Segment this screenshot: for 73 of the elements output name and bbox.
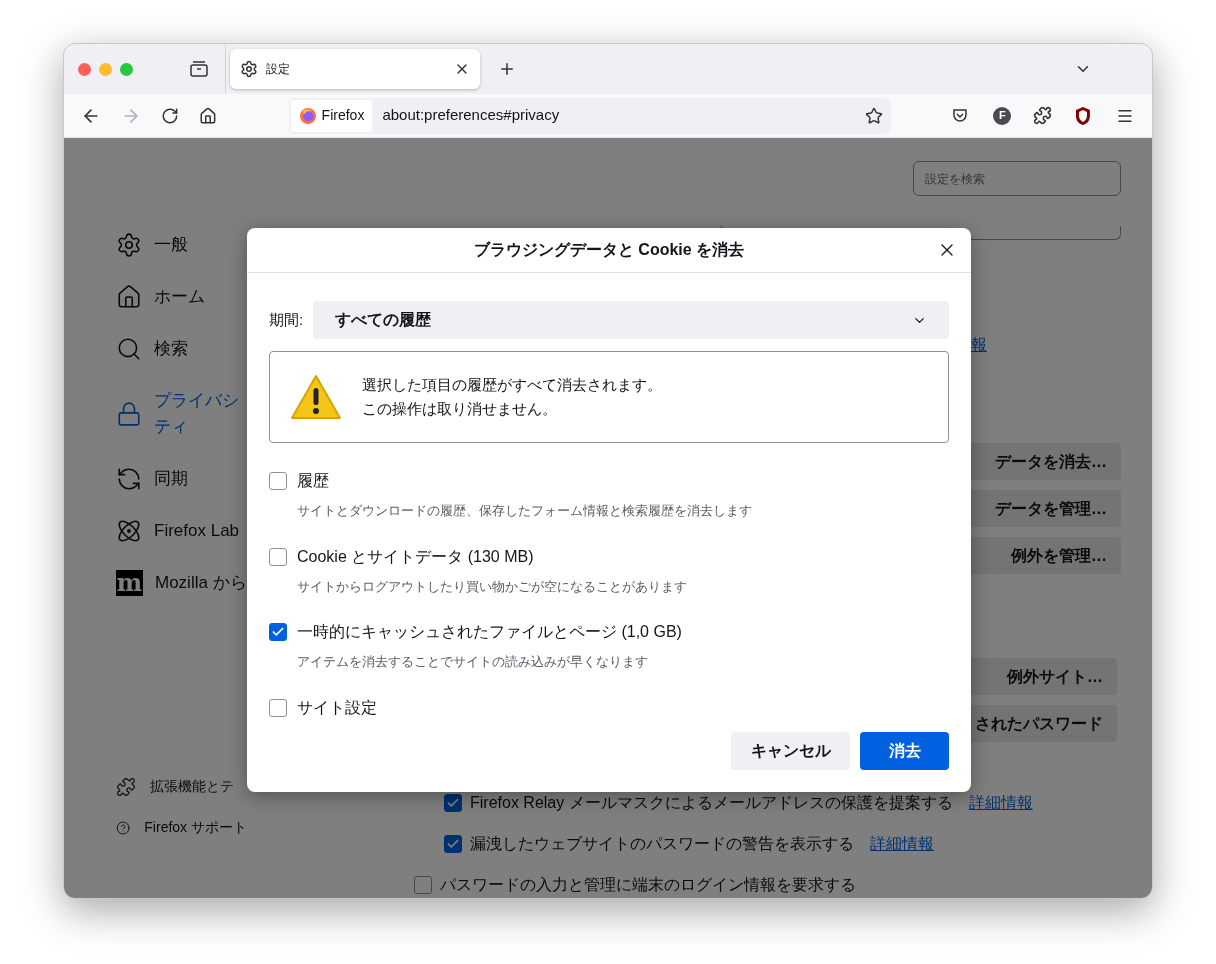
sidebar-item[interactable]: Firefox Lab [116, 518, 247, 544]
checkbox[interactable] [269, 472, 287, 490]
checkbox[interactable] [269, 547, 287, 566]
puzzle-icon [116, 776, 136, 797]
checkbox-label: 一時的にキャッシュされたファイルとページ (1,0 GB) [297, 622, 682, 642]
tab-list-icon[interactable] [189, 60, 209, 78]
address-bar[interactable]: Firefox about:preferences#privacy [288, 97, 892, 134]
new-tab-icon[interactable] [498, 60, 516, 78]
checkbox[interactable] [269, 623, 287, 641]
shield-icon[interactable] [1074, 105, 1093, 126]
sidebar-label: Mozilla から [155, 572, 247, 594]
checkmark-icon [446, 837, 460, 851]
period-dropdown[interactable]: すべての履歴 [313, 301, 949, 339]
learn-more-link[interactable]: 詳細情報 [870, 832, 934, 856]
checkbox-label: Firefox Relay メールマスクによるメールアドレスの保護を提案する [470, 793, 953, 813]
learn-more-link[interactable]: 詳細情報 [968, 791, 1033, 815]
checkbox-label: 漏洩したウェブサイトのパスワードの警告を表示する [470, 834, 854, 854]
search-icon [116, 336, 142, 362]
reload-icon[interactable] [160, 106, 179, 125]
option-description: アイテムを消去することでサイトの読み込みが早くなります [296, 653, 649, 671]
sidebar-item[interactable]: 一般 [116, 232, 247, 258]
checkbox-label: Cookie とサイトデータ (130 MB) [297, 546, 534, 567]
lock-icon [116, 401, 142, 427]
sidebar-label: 一般 [154, 234, 188, 256]
atom-icon [116, 518, 142, 544]
checkbox-label: 履歴 [297, 471, 329, 491]
settings-icon [240, 60, 258, 78]
sidebar-label: 同期 [154, 468, 188, 490]
identity-label: Firefox [321, 106, 365, 125]
account-avatar[interactable]: F [993, 106, 1012, 125]
sidebar-item[interactable]: m Mozilla から [116, 570, 247, 596]
identity-button[interactable]: Firefox [290, 99, 373, 132]
tab-title: 設定 [266, 61, 290, 78]
checkmark-icon [271, 625, 285, 639]
checkmark-icon [446, 796, 460, 810]
warning-text: 選択した項目の履歴がすべて消去されます。 この操作は取り消せません。 [362, 375, 662, 419]
sidebar-item[interactable]: 検索 [116, 336, 247, 362]
checkbox[interactable] [414, 876, 432, 894]
logo-icon: m [116, 570, 143, 596]
extensions-icon[interactable] [1033, 106, 1053, 125]
checkbox-label: サイト設定 [297, 697, 377, 718]
sidebar-item[interactable]: ホーム [116, 284, 247, 310]
period-label: 期間: [269, 309, 304, 330]
close-window-button[interactable] [78, 62, 91, 76]
sidebar-item[interactable]: プライバシ ティ [116, 388, 247, 440]
checkbox[interactable] [444, 794, 462, 812]
option-description: サイトとダウンロードの履歴、保存したフォーム情報と検索履歴を消去します [296, 502, 753, 520]
settings-icon [116, 232, 142, 258]
sync-icon [116, 466, 142, 492]
sidebar-label: ホーム [154, 286, 205, 308]
warning-icon [290, 374, 342, 420]
home-icon[interactable] [198, 106, 217, 125]
browser-tab[interactable]: 設定 [230, 49, 480, 89]
checkbox[interactable] [269, 698, 287, 717]
home-icon [116, 284, 142, 310]
search-field[interactable]: 設定を検索 [913, 161, 1121, 196]
learn-more-link[interactable]: 報 [971, 336, 987, 353]
sidebar-item[interactable]: 同期 [116, 466, 247, 492]
browser-logo-icon [298, 106, 317, 125]
sidebar-label: 検索 [154, 338, 188, 360]
bookmark-star-icon[interactable] [865, 106, 884, 125]
sidebar-link[interactable]: Firefox サポート [116, 817, 247, 838]
url-text: about:preferences#privacy [382, 105, 560, 126]
sidebar-link[interactable]: 拡張機能とテ [116, 776, 247, 797]
cancel-button[interactable]: キャンセル [731, 732, 850, 770]
checkbox[interactable] [444, 835, 462, 853]
clear-button[interactable]: 消去 [860, 732, 949, 770]
option-description: サイトからログアウトしたり買い物かごが空になることがあります [296, 577, 688, 596]
sidebar-label: プライバシ ティ [154, 390, 239, 438]
dialog-title: ブラウジングデータと Cookie を消去 [473, 240, 745, 260]
sidebar-label: Firefox Lab [154, 520, 240, 542]
pocket-icon[interactable] [951, 106, 970, 125]
checkbox-label: パスワードの入力と管理に端末のログイン情報を要求する [440, 875, 856, 895]
